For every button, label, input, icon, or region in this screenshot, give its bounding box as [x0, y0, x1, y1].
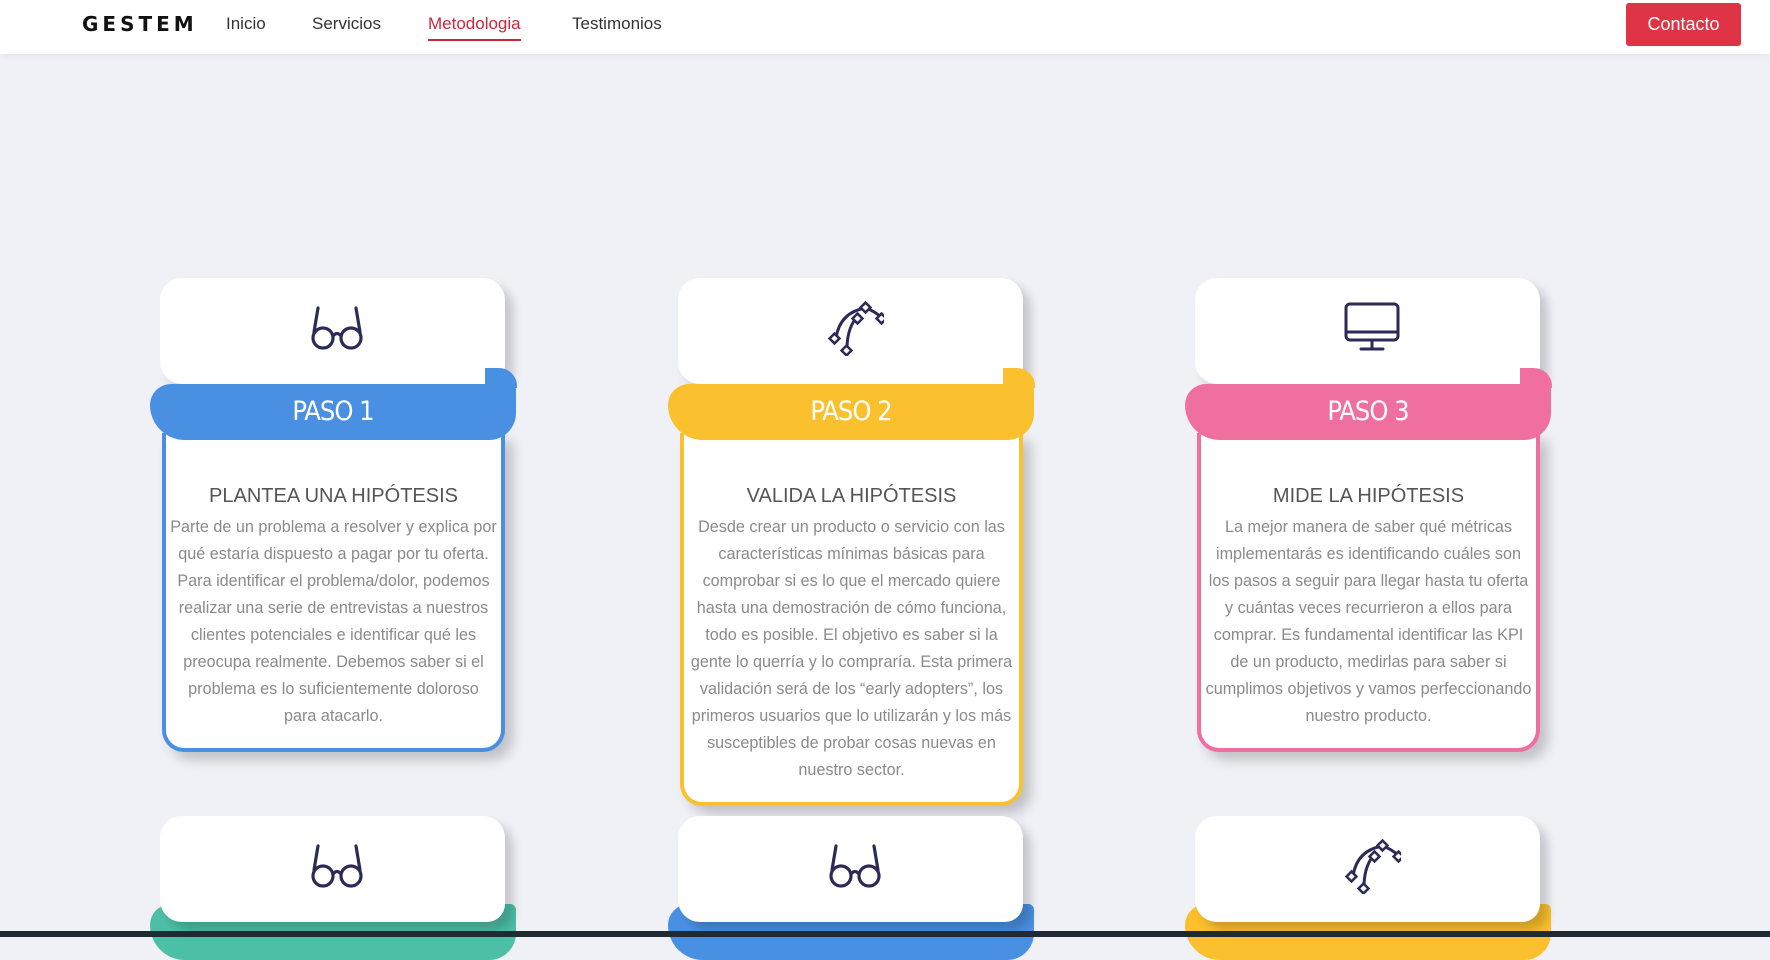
active-underline	[428, 39, 521, 41]
top-navbar: GESTEM Inicio Servicios Metodologia Test…	[0, 0, 1770, 54]
ribbon-fold	[1003, 368, 1035, 388]
step-label: PASO 1	[292, 396, 374, 427]
step-label: PASO 3	[1327, 396, 1409, 427]
step-ribbon: PASO 1	[150, 368, 517, 440]
card-top	[160, 278, 505, 384]
bezier-curve-icon	[828, 301, 884, 356]
step-ribbon: PASO 3	[1185, 368, 1552, 440]
card-top	[1195, 816, 1540, 922]
bezier-curve-icon	[1345, 839, 1401, 894]
step-description: La mejor manera de saber qué métricas im…	[1205, 518, 1532, 725]
step-description: Parte de un problema a resolver y explic…	[170, 518, 497, 725]
glasses-icon	[311, 306, 363, 350]
footer-strip	[0, 931, 1770, 937]
nav-link-testimonios[interactable]: Testimonios	[572, 14, 662, 34]
card-top	[160, 816, 505, 922]
ribbon-fold	[1520, 368, 1552, 388]
card-top	[1195, 278, 1540, 384]
card-top	[678, 278, 1023, 384]
nav-link-metodologia[interactable]: Metodologia	[428, 14, 521, 41]
ribbon-fold	[485, 368, 517, 388]
step-title: MIDE LA HIPÓTESIS	[1272, 485, 1465, 507]
card-body: PLANTEA UNA HIPÓTESIS Parte de un proble…	[162, 433, 505, 752]
step-label: PASO 2	[810, 396, 892, 427]
card-body: MIDE LA HIPÓTESIS La mejor manera de sab…	[1197, 433, 1540, 752]
step-title: PLANTEA UNA HIPÓTESIS	[209, 485, 458, 507]
glasses-icon	[829, 844, 881, 888]
card-body: VALIDA LA HIPÓTESIS Desde crear un produ…	[680, 433, 1023, 806]
step-description: Desde crear un producto o servicio con l…	[690, 518, 1013, 779]
card-top	[678, 816, 1023, 922]
nav-link-metodologia-label: Metodologia	[428, 14, 521, 33]
contact-button[interactable]: Contacto	[1626, 3, 1741, 46]
step-title: VALIDA LA HIPÓTESIS	[746, 485, 957, 507]
nav-link-inicio[interactable]: Inicio	[226, 14, 266, 34]
brand-logo[interactable]: GESTEM	[82, 12, 198, 36]
step-ribbon: PASO 2	[668, 368, 1035, 440]
nav-link-servicios[interactable]: Servicios	[312, 14, 381, 34]
monitor-icon	[1344, 302, 1400, 351]
glasses-icon	[311, 844, 363, 888]
